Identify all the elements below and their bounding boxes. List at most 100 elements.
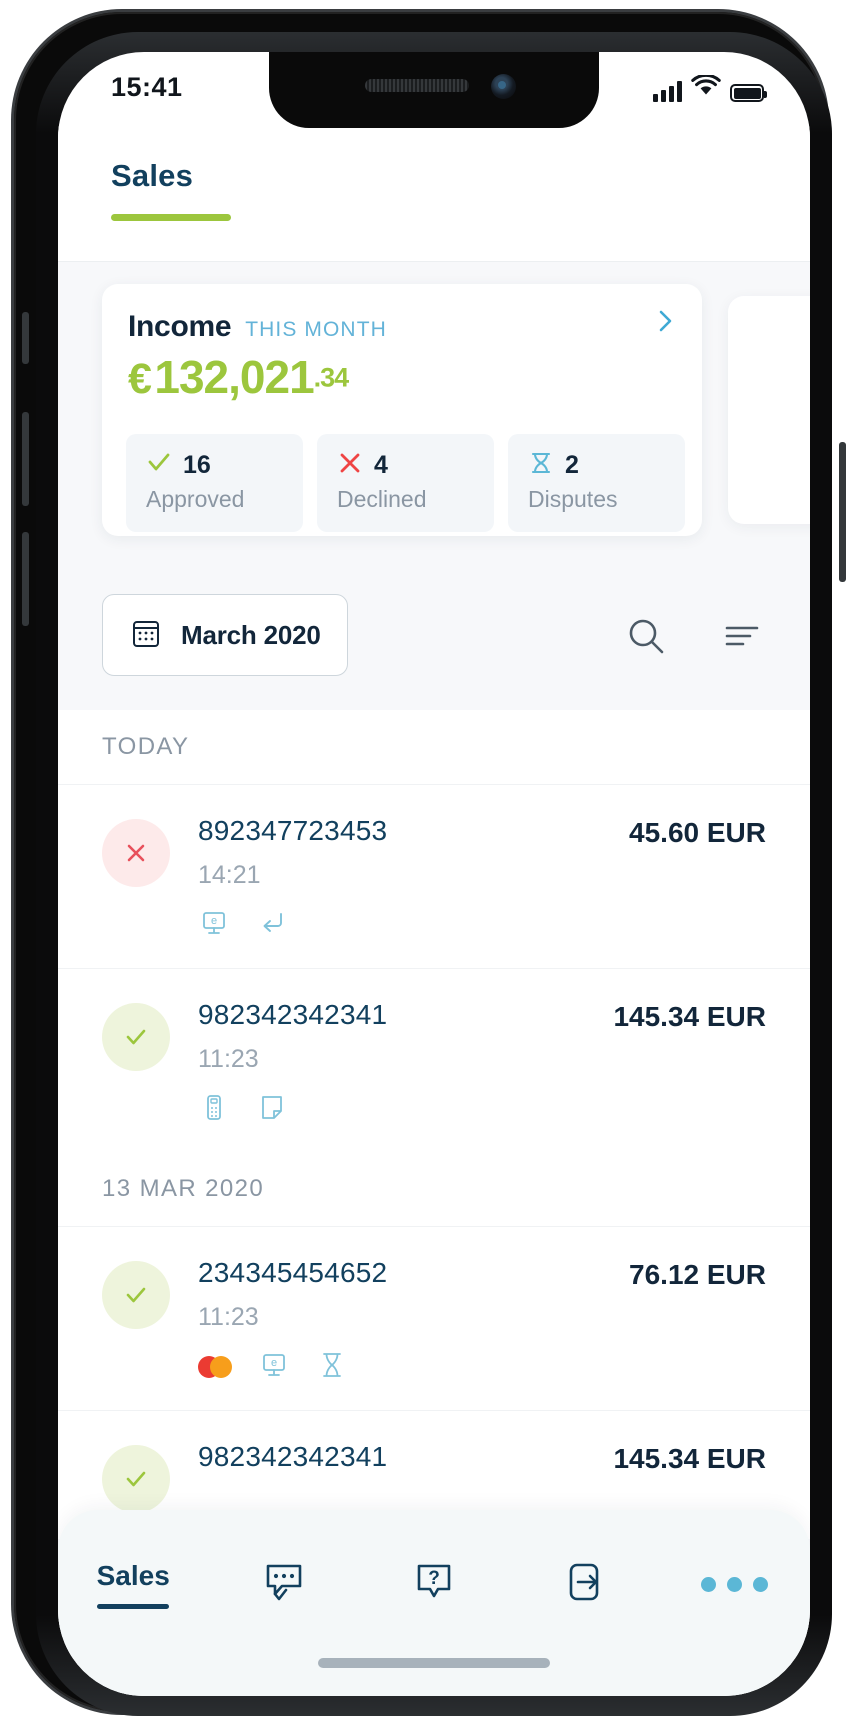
wifi-icon: [691, 73, 721, 102]
stat-value: 4: [374, 451, 388, 479]
status-badge-approved: [102, 1261, 170, 1329]
status-badge-approved: [102, 1003, 170, 1071]
transaction-id: 892347723453: [198, 815, 388, 846]
phone-frame: 15:41 Sales Income THIS MONTH € 132,021.…: [14, 12, 846, 1716]
stat-chip-top: 4: [337, 450, 388, 481]
stat-chip-disputes[interactable]: 2 Disputes: [508, 434, 685, 532]
tab-messages[interactable]: [208, 1536, 358, 1632]
transaction-list: TODAY 892347723453 14:21 e 45.60 EUR 982…: [58, 710, 810, 1539]
battery-full-icon: [730, 84, 767, 102]
svg-text:e: e: [211, 915, 217, 927]
ecommerce-monitor-icon: e: [258, 1349, 290, 1386]
transaction-amount: 145.34 EUR: [613, 1001, 766, 1032]
stat-label: Declined: [337, 486, 427, 512]
status-badge-declined: [102, 819, 170, 887]
check-icon: [146, 450, 172, 481]
transaction-badges: e: [198, 1350, 629, 1384]
power-button[interactable]: [839, 442, 846, 582]
bottom-tab-bar: Sales ?: [58, 1510, 810, 1696]
refund-arrow-icon: [256, 907, 288, 944]
transaction-badges: e: [198, 908, 629, 942]
income-period: THIS MONTH: [245, 318, 387, 341]
cellular-bars-icon: [653, 80, 682, 102]
tab-label: Sales: [96, 1559, 170, 1591]
amount-main: 132,021: [154, 351, 314, 403]
mastercard-icon: [198, 1356, 232, 1378]
help-question-icon: ?: [408, 1556, 460, 1613]
amount-cents: .34: [313, 362, 350, 393]
currency-symbol: €: [128, 355, 152, 403]
stat-label: Disputes: [528, 486, 618, 512]
income-card-header: Income THIS MONTH: [128, 310, 387, 344]
date-picker-button[interactable]: March 2020: [102, 594, 348, 676]
table-row[interactable]: 892347723453 14:21 e 45.60 EUR: [58, 784, 810, 968]
table-row[interactable]: 234345454652 11:23 e 76.12 EUR: [58, 1226, 810, 1410]
transaction-id: 982342342341: [198, 999, 388, 1030]
chat-check-icon: [258, 1556, 310, 1613]
chevron-right-icon[interactable]: [652, 308, 678, 334]
device-notch: [269, 52, 599, 128]
tab-active-underline: [97, 1603, 170, 1609]
header-divider: [58, 261, 810, 262]
transaction-amount: 45.60 EUR: [629, 817, 766, 848]
svg-text:e: e: [271, 1357, 277, 1369]
transaction-time: 11:23: [198, 1045, 259, 1073]
pos-terminal-icon: [198, 1091, 230, 1128]
status-bar-time: 15:41: [111, 72, 183, 102]
transaction-details: 982342342341 11:23: [198, 999, 613, 1126]
day-group-label: 13 MAR 2020: [58, 1152, 810, 1226]
svg-text:?: ?: [428, 1568, 440, 1589]
more-dots-icon: [701, 1576, 769, 1592]
mute-switch[interactable]: [22, 312, 29, 364]
tab-logout[interactable]: [509, 1536, 659, 1632]
volume-up-button[interactable]: [22, 412, 29, 506]
tab-bar-items: Sales ?: [58, 1536, 810, 1632]
date-picker-label: March 2020: [181, 619, 321, 650]
page-title: Sales: [111, 158, 194, 193]
stat-label: Approved: [146, 486, 245, 512]
income-amount: € 132,021.34: [128, 350, 350, 404]
home-indicator[interactable]: [318, 1658, 550, 1668]
stat-value: 2: [565, 451, 579, 479]
income-title: Income: [128, 310, 232, 343]
transaction-details: 892347723453 14:21 e: [198, 815, 629, 942]
income-card-carousel: Income THIS MONTH € 132,021.34 16 Approv…: [58, 262, 810, 564]
stat-chip-declined[interactable]: 4 Declined: [317, 434, 494, 532]
stat-chip-approved[interactable]: 16 Approved: [126, 434, 303, 532]
app-header: Sales: [58, 126, 810, 262]
transaction-badges: [198, 1092, 613, 1126]
search-icon[interactable]: [624, 614, 668, 658]
transaction-id: 982342342341: [198, 1441, 388, 1472]
phone-screen: 15:41 Sales Income THIS MONTH € 132,021.…: [58, 52, 810, 1696]
transaction-time: 14:21: [198, 861, 261, 889]
income-card-next-peek[interactable]: [728, 296, 810, 524]
cross-icon: [337, 450, 363, 481]
stat-chip-top: 16: [146, 450, 211, 481]
table-row[interactable]: 982342342341 11:23 145.34 EUR: [58, 968, 810, 1152]
scroll-body[interactable]: Income THIS MONTH € 132,021.34 16 Approv…: [58, 262, 810, 1696]
tab-help[interactable]: ?: [359, 1536, 509, 1632]
ecommerce-monitor-icon: e: [198, 907, 230, 944]
note-icon: [256, 1091, 288, 1128]
transaction-time: 11:23: [198, 1303, 259, 1331]
tab-sales[interactable]: Sales: [111, 158, 231, 221]
day-group-label: TODAY: [58, 710, 810, 784]
filter-bar: March 2020: [58, 564, 810, 710]
logout-arrow-icon: [558, 1556, 610, 1613]
filter-icon[interactable]: [720, 614, 764, 658]
transaction-details: 982342342341: [198, 1441, 613, 1473]
hourglass-icon: [316, 1349, 348, 1386]
income-stat-chips: 16 Approved 4 Declined 2 Disputes: [126, 434, 685, 532]
transaction-amount: 76.12 EUR: [629, 1259, 766, 1290]
status-bar-indicators: [653, 73, 767, 102]
tab-active-underline: [111, 214, 231, 221]
stat-value: 16: [183, 451, 211, 479]
tab-more[interactable]: [660, 1536, 810, 1632]
status-badge-approved: [102, 1445, 170, 1513]
volume-down-button[interactable]: [22, 532, 29, 626]
tab-sales[interactable]: Sales: [58, 1536, 208, 1632]
transaction-amount: 145.34 EUR: [613, 1443, 766, 1474]
income-card[interactable]: Income THIS MONTH € 132,021.34 16 Approv…: [102, 284, 702, 536]
calendar-icon: [129, 616, 163, 655]
hourglass-icon: [528, 450, 554, 481]
